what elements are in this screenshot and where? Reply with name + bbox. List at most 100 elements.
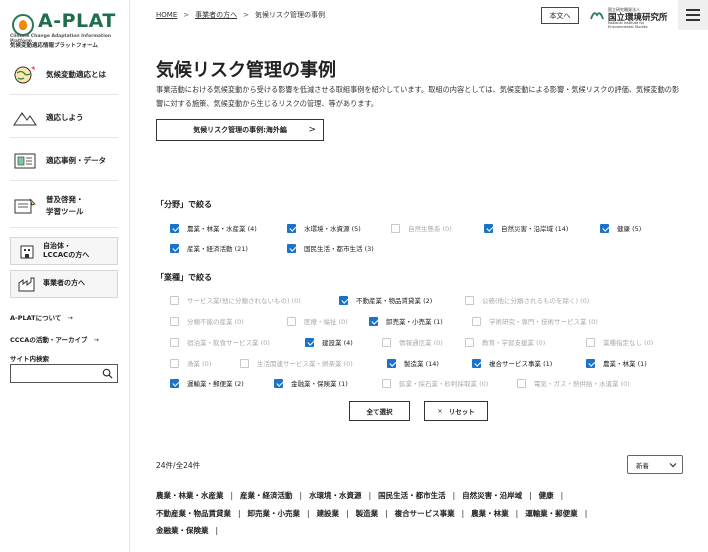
industry-option[interactable]: 卸売業・小売業 (1) [369,316,443,326]
category-link[interactable]: 産業・経済活動 [240,491,293,500]
category-link[interactable]: 不動産業・物品賃貸業 [156,509,231,518]
field-option[interactable]: 国民生活・都市生活 (3) [287,243,374,253]
category-link[interactable]: 健康 [539,491,554,500]
breadcrumb-business[interactable]: 事業者の方へ [195,10,237,20]
industry-option[interactable]: 複合サービス事業 (1) [472,358,552,368]
checkbox-checked-icon[interactable] [287,243,296,253]
checkbox-checked-icon[interactable] [305,337,314,347]
category-link[interactable]: 農業・林業 [471,509,509,518]
industry-option-label: 運輸業・郵便業 (2) [187,380,244,388]
field-option[interactable]: 水環境・水資源 (5) [287,223,361,233]
logo-name: A-PLAT [38,10,116,32]
sidebar-box-local-gov[interactable]: 自治体・ LCCACの方へ [10,237,118,265]
checkbox-checked-icon[interactable] [287,223,296,233]
nies-logo-icon [590,12,604,20]
intro-text: 事業活動における気候変動から受ける影響を低減させる取組事例を紹介しています。取組… [156,85,680,109]
category-link[interactable]: 自然災害・沿岸域 [462,491,522,500]
overseas-cases-button[interactable]: 気候リスク管理の事例:海外編 > [156,119,324,141]
category-separator: | [215,526,219,536]
field-option[interactable]: 自然災害・沿岸域 (14) [484,223,568,233]
checkbox-unchecked-icon [517,378,526,388]
checkbox-unchecked-icon [287,316,296,326]
checkbox-checked-icon[interactable] [484,223,493,233]
field-option: 自然生態系 (0) [391,223,452,233]
industry-option-label: 農業・林業 (1) [603,360,647,368]
nies-logo[interactable]: 国立研究開発法人 国立環境研究所 National Institute for … [590,6,670,29]
checkbox-checked-icon[interactable] [387,358,396,368]
site-search-input[interactable] [11,369,101,387]
checkbox-checked-icon[interactable] [600,223,609,233]
checkbox-checked-icon[interactable] [170,243,179,253]
checkbox-unchecked-icon [465,295,474,305]
skip-to-content-button[interactable]: 本文へ [541,7,579,24]
checkbox-checked-icon[interactable] [274,378,283,388]
industry-option: 医療・福祉 (0) [287,316,348,326]
reset-button[interactable]: × リセット [424,401,488,421]
sort-select[interactable]: 新着 [627,455,683,474]
checkbox-checked-icon[interactable] [170,223,179,233]
field-option-label: 農業・林業・水産業 (4) [187,225,257,233]
category-link[interactable]: 農業・林業・水産業 [156,491,224,500]
arrow-right-icon: → [93,336,99,344]
building-icon [20,245,34,259]
checkbox-checked-icon[interactable] [339,295,348,305]
category-link[interactable]: 卸売業・小売業 [248,509,301,518]
checkbox-unchecked-icon [391,223,400,233]
field-option[interactable]: 産業・経済活動 (21) [170,243,248,253]
industry-option[interactable]: 建設業 (4) [305,337,353,347]
checkbox-checked-icon[interactable] [586,358,595,368]
industry-option[interactable]: 運輸業・郵便業 (2) [170,378,244,388]
category-link[interactable]: 金融業・保険業 [156,526,209,535]
industry-option[interactable]: 農業・林業 (1) [586,358,647,368]
aplat-logo[interactable]: A-PLAT Climate Change Adaptation Informa… [8,8,126,49]
ccca-archive-link[interactable]: CCCAの活動・アーカイブ → [10,334,99,344]
checkbox-unchecked-icon [465,337,474,347]
checkbox-checked-icon[interactable] [369,316,378,326]
industry-option[interactable]: 不動産業・物品賃貸業 (2) [339,295,432,305]
industry-option: 電気・ガス・熱供給・水道業 (0) [517,378,630,388]
sidebar: A-PLAT Climate Change Adaptation Informa… [0,0,130,552]
category-separator: | [452,491,456,500]
site-search-box [10,364,118,387]
sidebar-item-learning-tools[interactable]: 普及啓発・ 学習ツール [10,184,118,228]
close-icon: × [437,407,443,415]
field-option[interactable]: 健康 (5) [600,223,641,233]
industry-option[interactable]: 製造業 (14) [387,358,439,368]
category-link[interactable]: 水環境・水資源 [309,491,362,500]
industry-option-label: 建設業 (4) [322,339,353,347]
breadcrumb-separator: > [243,11,249,19]
sidebar-item-lets-adapt[interactable]: 適応しよう [10,98,118,138]
sidebar-item-about-adaptation[interactable]: 気候変動適応とは [10,55,118,95]
category-link[interactable]: 製造業 [356,509,379,518]
breadcrumb-current: 気候リスク管理の事例 [255,11,325,19]
select-all-button[interactable]: 全て選択 [349,401,410,421]
page-title: 気候リスク管理の事例 [156,60,336,81]
breadcrumb-home[interactable]: HOME [156,11,177,19]
industry-option-label: サービス業(他に分類されないもの) (0) [187,297,301,305]
industry-option-label: 分類不能の産業 (0) [187,318,244,326]
category-link[interactable]: 建設業 [317,509,340,518]
industry-option-label: 鉱業・採石業・砂利採取業 (0) [399,380,489,388]
arrow-right-icon: → [67,314,73,322]
sidebar-item-cases-data[interactable]: 適応事例・データ [10,141,118,181]
book-icon [14,198,36,213]
checkbox-checked-icon[interactable] [472,358,481,368]
checkbox-checked-icon[interactable] [170,378,179,388]
category-link[interactable]: 国民生活・都市生活 [378,491,446,500]
industry-option: 公務(他に分類されるものを除く) (0) [465,295,589,305]
field-option-label: 健康 (5) [617,225,642,233]
industry-option: 鉱業・採石業・砂利採取業 (0) [382,378,488,388]
category-links: 農業・林業・水産業 | 産業・経済活動 | 水環境・水資源 | 国民生活・都市生活 | 自然災害… [156,487,696,540]
search-icon[interactable] [102,368,113,379]
field-option[interactable]: 農業・林業・水産業 (4) [170,223,257,233]
sidebar-box-business[interactable]: 事業者の方へ [10,270,118,298]
industry-option-label: 学術研究・専門・技術サービス業 (0) [489,318,598,326]
category-link[interactable]: 運輸業・郵便業 [525,509,578,518]
about-aplat-link[interactable]: A-PLATについて → [10,312,73,322]
industry-option-label: 公務(他に分類されるものを除く) (0) [482,297,590,305]
category-link[interactable]: 複合サービス事業 [395,509,455,518]
industry-option[interactable]: 金融業・保険業 (1) [274,378,348,388]
menu-button[interactable] [678,0,708,30]
field-option-label: 自然生態系 (0) [408,225,452,233]
industry-option-label: 卸売業・小売業 (1) [386,318,443,326]
